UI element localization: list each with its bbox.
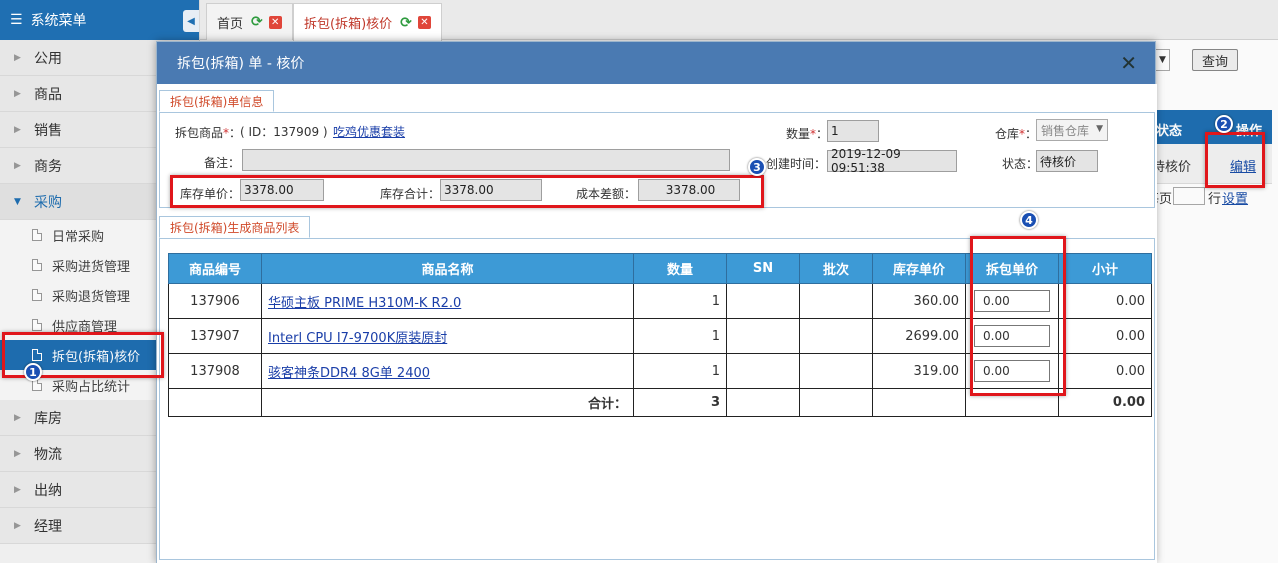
- col-header: 拆包单价: [965, 253, 1059, 284]
- stock-price-cell: 360.00: [872, 283, 966, 319]
- qty-cell: 1: [633, 318, 727, 354]
- collapse-sidebar-icon[interactable]: ◀: [183, 10, 199, 32]
- close-icon[interactable]: ✕: [268, 15, 282, 29]
- empty-cell: [726, 388, 800, 417]
- info-panel: 拆包商品*： ( ID：137909 ) 吃鸡优惠套装 数量*： 1 仓库*： …: [159, 112, 1155, 208]
- status-label: 状态：: [1002, 157, 1039, 171]
- col-header: 数量: [633, 253, 727, 284]
- col-header: 小计: [1058, 253, 1152, 284]
- product-id: ( ID：137909 ): [240, 125, 328, 139]
- annotation-badge-4: 4: [1020, 211, 1038, 229]
- name-cell: 骇客神条DDR4 8G单 2400: [261, 353, 634, 389]
- sidebar-title: 系统菜单: [30, 13, 87, 29]
- sn-cell: [726, 318, 800, 354]
- product-label: 拆包商品*：: [175, 126, 242, 140]
- product-link[interactable]: 骇客神条DDR4 8G单 2400: [268, 366, 430, 381]
- sn-cell: [726, 283, 800, 319]
- product-link[interactable]: Interl CPU I7-9700K原装原封: [268, 331, 447, 346]
- note-label: 备注：: [204, 156, 241, 170]
- subtotal-cell: 0.00: [1058, 353, 1152, 389]
- empty-cell: [799, 388, 873, 417]
- empty-cell: [168, 388, 262, 417]
- table-row: 137907 Interl CPU I7-9700K原装原封 1 2699.00…: [168, 318, 1152, 354]
- unit-cost-label: 库存单价：: [180, 187, 241, 201]
- batch-cell: [799, 283, 873, 319]
- warehouse-select: 销售仓库 ▼: [1036, 119, 1108, 141]
- name-cell: 华硕主板 PRIME H310M-K R2.0: [261, 283, 634, 319]
- unpack-price-input[interactable]: 0.00: [974, 290, 1050, 312]
- sn-cell: [726, 353, 800, 389]
- total-qty: 3: [633, 388, 727, 417]
- annotation-badge-2: 2: [1215, 115, 1233, 133]
- code-cell: 137906: [168, 283, 262, 319]
- unpack-price-cell: 0.00: [965, 283, 1059, 319]
- stock-price-cell: 2699.00: [872, 318, 966, 354]
- name-cell: Interl CPU I7-9700K原装原封: [261, 318, 634, 354]
- close-icon[interactable]: ✕: [1120, 53, 1137, 73]
- tab-label: 首页: [217, 16, 244, 32]
- col-header: 批次: [799, 253, 873, 284]
- sidebar-header: ☰ 系统菜单 ◀: [0, 0, 199, 40]
- unpack-price-cell: 0.00: [965, 353, 1059, 389]
- tab-home[interactable]: 首页 ⟳ ✕: [206, 3, 293, 40]
- batch-cell: [799, 318, 873, 354]
- pricing-modal: 拆包(拆箱) 单 - 核价 ✕ 拆包(拆箱)单信息 拆包商品*： ( ID：13…: [156, 41, 1157, 563]
- product-link[interactable]: 华硕主板 PRIME H310M-K R2.0: [268, 296, 461, 311]
- code-cell: 137907: [168, 318, 262, 354]
- created-label: 创建时间：: [766, 157, 827, 171]
- total-label: 合计：: [261, 388, 634, 417]
- stock-total-label: 库存合计：: [380, 187, 441, 201]
- col-header: 商品编号: [168, 253, 262, 284]
- tab-label: 拆包(拆箱)核价: [304, 17, 393, 32]
- modal-body: 拆包(拆箱)单信息 拆包商品*： ( ID：137909 ) 吃鸡优惠套装 数量…: [157, 84, 1157, 563]
- subtotal-cell: 0.00: [1058, 318, 1152, 354]
- list-panel: 商品编号 商品名称 数量 SN 批次 库存单价 拆包单价 小计 137906 华…: [159, 238, 1155, 560]
- total-amount: 0.00: [1058, 388, 1152, 417]
- info-section-tab[interactable]: 拆包(拆箱)单信息: [159, 90, 275, 112]
- unpack-price-input[interactable]: 0.00: [974, 360, 1050, 382]
- unpack-price-cell: 0.00: [965, 318, 1059, 354]
- note-field: [242, 149, 730, 171]
- product-name-link[interactable]: 吃鸡优惠套装: [333, 123, 405, 140]
- cost-diff-field: 3378.00: [638, 179, 740, 201]
- stock-total-field: 3378.00: [440, 179, 542, 201]
- annotation-badge-1: 1: [24, 363, 42, 381]
- empty-cell: [872, 388, 966, 417]
- cost-diff-label: 成本差额：: [576, 187, 637, 201]
- stock-price-cell: 319.00: [872, 353, 966, 389]
- qty-cell: 1: [633, 353, 727, 389]
- refresh-icon[interactable]: ⟳: [251, 14, 263, 30]
- table-header-row: 商品编号 商品名称 数量 SN 批次 库存单价 拆包单价 小计: [168, 253, 1152, 284]
- status-field: 待核价: [1036, 150, 1098, 172]
- tab-unpack-pricing[interactable]: 拆包(拆箱)核价 ⟳ ✕: [293, 3, 442, 41]
- col-header: SN: [726, 253, 800, 284]
- total-row: 合计： 3 0.00: [168, 388, 1152, 417]
- refresh-icon[interactable]: ⟳: [400, 15, 412, 31]
- unit-cost-field: 3378.00: [240, 179, 324, 201]
- modal-header: 拆包(拆箱) 单 - 核价 ✕: [157, 42, 1155, 84]
- quantity-label: 数量*：: [786, 127, 829, 141]
- quantity-field: 1: [827, 120, 879, 142]
- modal-title: 拆包(拆箱) 单 - 核价: [177, 56, 305, 72]
- col-header: 库存单价: [872, 253, 966, 284]
- table-row: 137906 华硕主板 PRIME H310M-K R2.0 1 360.00 …: [168, 283, 1152, 319]
- subtotal-cell: 0.00: [1058, 283, 1152, 319]
- list-section-tab[interactable]: 拆包(拆箱)生成商品列表: [159, 216, 311, 238]
- menu-icon: ☰: [10, 12, 23, 28]
- empty-cell: [965, 388, 1059, 417]
- table-row: 137908 骇客神条DDR4 8G单 2400 1 319.00 0.00 0…: [168, 353, 1152, 389]
- annotation-badge-3: 3: [748, 158, 766, 176]
- qty-cell: 1: [633, 283, 727, 319]
- tab-bar: 首页 ⟳ ✕ 拆包(拆箱)核价 ⟳ ✕: [200, 0, 1278, 41]
- warehouse-label: 仓库*：: [995, 127, 1038, 141]
- batch-cell: [799, 353, 873, 389]
- unpack-price-input[interactable]: 0.00: [974, 325, 1050, 347]
- col-header: 商品名称: [261, 253, 634, 284]
- close-icon[interactable]: ✕: [417, 16, 431, 29]
- product-table: 商品编号 商品名称 数量 SN 批次 库存单价 拆包单价 小计 137906 华…: [168, 253, 1152, 417]
- created-field: 2019-12-09 09:51:38: [827, 147, 957, 175]
- code-cell: 137908: [168, 353, 262, 389]
- chevron-down-icon: ▼: [1096, 124, 1103, 134]
